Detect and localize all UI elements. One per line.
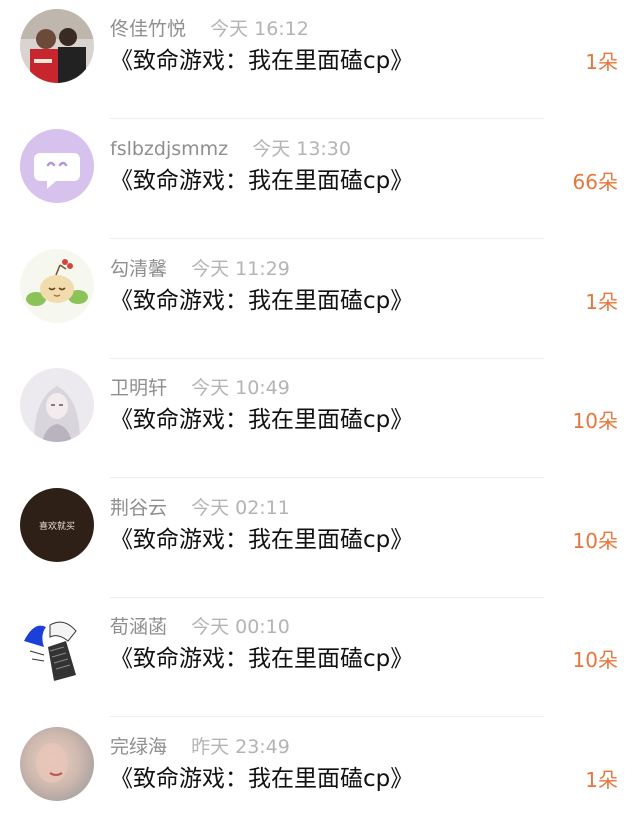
flower-count: 1朵 [585, 768, 618, 792]
flower-count: 1朵 [585, 50, 618, 74]
timestamp: 昨天 23:49 [191, 736, 290, 758]
chat-bubble-icon[interactable] [20, 129, 94, 203]
item-meta: 荆谷云 今天 02:11 [110, 495, 290, 521]
item-meta: fslbzdjsmmz 今天 13:30 [110, 136, 351, 162]
divider [110, 118, 544, 119]
text-badge-icon[interactable]: 喜欢就买 [20, 488, 94, 562]
username[interactable]: 荆谷云 [110, 497, 167, 519]
flower-count: 10朵 [572, 409, 618, 433]
timestamp: 今天 11:29 [191, 258, 290, 280]
flower-count: 1朵 [585, 290, 618, 314]
timestamp: 今天 16:12 [210, 18, 309, 40]
divider [110, 477, 544, 478]
divider [110, 238, 544, 239]
item-title[interactable]: 《致命游戏：我在里面磕cp》 [110, 44, 413, 78]
list-item[interactable]: 完绿海 昨天 23:49 《致命游戏：我在里面磕cp》 1朵 [0, 718, 640, 837]
item-title[interactable]: 《致命游戏：我在里面磕cp》 [110, 284, 413, 318]
item-title[interactable]: 《致命游戏：我在里面磕cp》 [110, 762, 413, 796]
timestamp: 今天 10:49 [191, 377, 290, 399]
username[interactable]: 完绿海 [110, 736, 167, 758]
item-title[interactable]: 《致命游戏：我在里面磕cp》 [110, 523, 413, 557]
username[interactable]: 佟佳竹悦 [110, 18, 186, 40]
flower-count: 10朵 [572, 529, 618, 553]
username[interactable]: 荀涵菡 [110, 616, 167, 638]
photo-couple-icon[interactable] [20, 9, 94, 83]
username[interactable]: 勾清馨 [110, 258, 167, 280]
list-item[interactable]: 喜欢就买 荆谷云 今天 02:11 《致命游戏：我在里面磕cp》 10朵 [0, 479, 640, 598]
item-meta: 荀涵菡 今天 00:10 [110, 614, 290, 640]
item-meta: 佟佳竹悦 今天 16:12 [110, 16, 309, 42]
list-item[interactable]: 卫明轩 今天 10:49 《致命游戏：我在里面磕cp》 10朵 [0, 359, 640, 478]
list-item[interactable]: fslbzdjsmmz 今天 13:30 《致命游戏：我在里面磕cp》 66朵 [0, 120, 640, 239]
sketch-figure-icon[interactable] [20, 607, 94, 681]
item-title[interactable]: 《致命游戏：我在里面磕cp》 [110, 403, 413, 437]
username[interactable]: 卫明轩 [110, 377, 167, 399]
timestamp: 今天 00:10 [191, 616, 290, 638]
anime-girl-icon[interactable] [20, 368, 94, 442]
cartoon-character-icon[interactable] [20, 249, 94, 323]
divider [110, 716, 544, 717]
timestamp: 今天 13:30 [252, 138, 351, 160]
item-meta: 完绿海 昨天 23:49 [110, 734, 290, 760]
timestamp: 今天 02:11 [191, 497, 290, 519]
flower-count: 66朵 [572, 170, 618, 194]
item-title[interactable]: 《致命游戏：我在里面磕cp》 [110, 642, 413, 676]
gift-record-list: 佟佳竹悦 今天 16:12 《致命游戏：我在里面磕cp》 1朵 fslbzdjs… [0, 0, 640, 819]
item-meta: 勾清馨 今天 11:29 [110, 256, 290, 282]
list-item[interactable]: 勾清馨 今天 11:29 《致命游戏：我在里面磕cp》 1朵 [0, 240, 640, 359]
item-title[interactable]: 《致命游戏：我在里面磕cp》 [110, 164, 413, 198]
avatar-badge-text: 喜欢就买 [39, 520, 75, 532]
flower-count: 10朵 [572, 648, 618, 672]
item-meta: 卫明轩 今天 10:49 [110, 375, 290, 401]
list-item[interactable]: 荀涵菡 今天 00:10 《致命游戏：我在里面磕cp》 10朵 [0, 598, 640, 717]
blurred-portrait-icon[interactable] [20, 727, 94, 801]
list-item[interactable]: 佟佳竹悦 今天 16:12 《致命游戏：我在里面磕cp》 1朵 [0, 0, 640, 119]
username[interactable]: fslbzdjsmmz [110, 138, 228, 160]
